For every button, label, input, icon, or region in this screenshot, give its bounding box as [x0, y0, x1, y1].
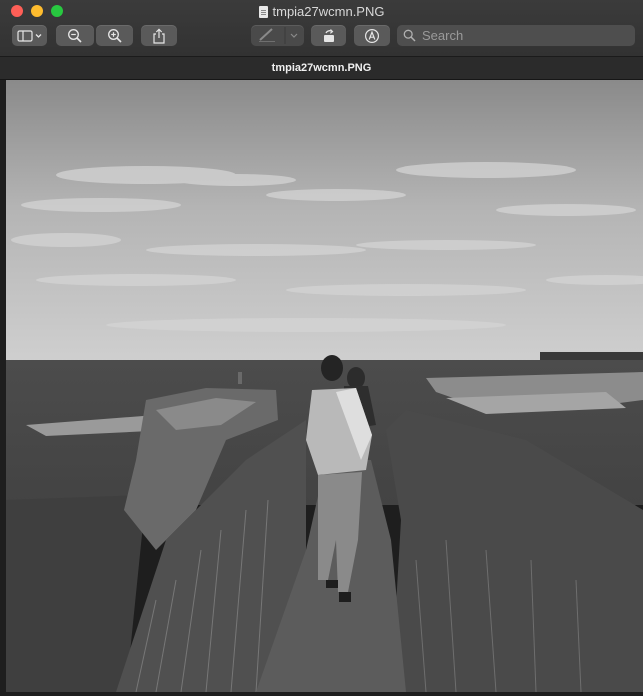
window-controls: [11, 5, 63, 17]
photo-image: [6, 80, 643, 692]
share-button[interactable]: [141, 25, 177, 46]
close-button[interactable]: [11, 5, 23, 17]
rotate-icon: [323, 28, 334, 42]
search-input[interactable]: [422, 28, 622, 43]
pier: [540, 352, 643, 360]
sidebar-toggle-icon: [16, 29, 41, 42]
rotate-button[interactable]: [311, 25, 346, 46]
share-icon: [153, 27, 165, 44]
markup-icon: [364, 28, 380, 43]
zoom-out-icon: [68, 28, 82, 43]
window-title: tmpia27wcmn.PNG: [0, 3, 643, 20]
zoom-out-button[interactable]: [56, 25, 94, 46]
search-field[interactable]: [397, 25, 635, 46]
image-viewer: [0, 80, 643, 696]
document-tab[interactable]: tmpia27wcmn.PNG: [0, 57, 643, 80]
fullscreen-button[interactable]: [51, 5, 63, 17]
sidebar-toggle-button[interactable]: [12, 25, 47, 46]
zoom-in-button[interactable]: [96, 25, 133, 46]
title-toolbar: tmpia27wcmn.PNG: [0, 0, 643, 57]
window-title-text: tmpia27wcmn.PNG: [272, 4, 385, 19]
markup-button[interactable]: [354, 25, 390, 46]
document-icon: [258, 5, 268, 18]
pen-icon: [259, 27, 298, 44]
search-icon: [403, 29, 416, 42]
minimize-button[interactable]: [31, 5, 43, 17]
document-tab-label: tmpia27wcmn.PNG: [271, 62, 372, 74]
zoom-in-icon: [107, 28, 122, 43]
markup-pen-button[interactable]: [251, 25, 304, 46]
beach-path-photo: [6, 80, 643, 692]
preview-window: tmpia27wcmn.PNG Search tmpia27wcmn.PNG: [0, 0, 643, 696]
sand: [6, 495, 146, 692]
distant-figure: [238, 372, 242, 384]
